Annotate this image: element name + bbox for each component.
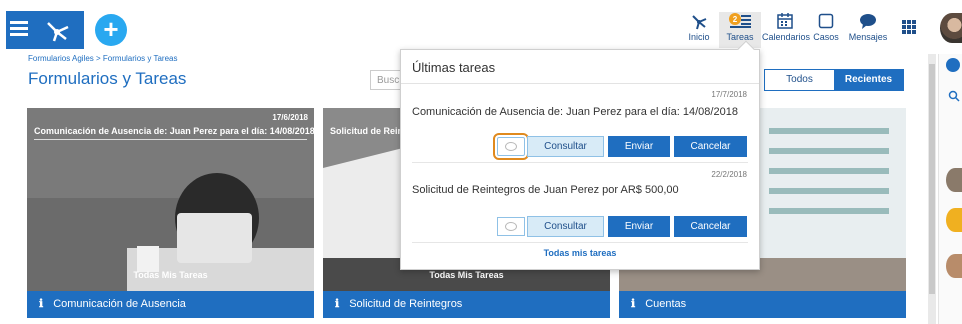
page-title: Formularios y Tareas: [28, 69, 187, 88]
task-date: 17/7/2018: [711, 90, 747, 99]
nav-mensajes[interactable]: Mensajes: [848, 12, 888, 48]
card-footer-label: Cuentas: [645, 298, 687, 310]
info-icon: ℹ: [631, 298, 636, 310]
cases-icon: [818, 13, 834, 29]
all-my-tasks-link[interactable]: Todas Mis Tareas: [27, 270, 314, 280]
tasks-badge: 2: [733, 15, 738, 24]
side-chat-icon[interactable]: [946, 58, 960, 72]
popover-divider: [401, 83, 759, 84]
task-divider: [412, 242, 748, 243]
form-card-ausencia[interactable]: 17/6/2018 Comunicación de Ausencia de: J…: [27, 108, 314, 318]
nav-mensajes-label: Mensajes: [848, 32, 888, 42]
comment-button[interactable]: [497, 217, 525, 236]
user-avatar[interactable]: [940, 13, 962, 43]
consult-button[interactable]: Consultar: [527, 216, 604, 237]
contact-avatar[interactable]: [946, 168, 962, 192]
card-footer-label: Solicitud de Reintegros: [349, 298, 463, 310]
task-text[interactable]: Comunicación de Ausencia de: Juan Perez …: [412, 106, 738, 118]
comment-icon: [505, 142, 517, 151]
card-divider: [34, 139, 307, 140]
info-icon: ℹ: [39, 298, 44, 310]
logo-icon[interactable]: [42, 17, 72, 43]
apps-grid-icon[interactable]: [902, 20, 916, 34]
brand-block: [6, 11, 84, 49]
menu-icon[interactable]: [10, 21, 28, 39]
comment-button[interactable]: [493, 133, 529, 160]
info-icon: ℹ: [335, 298, 340, 310]
home-network-icon: [692, 15, 707, 30]
nav-tareas-label: Tareas: [726, 32, 754, 42]
popover-title: Últimas tareas: [412, 60, 496, 75]
breadcrumb[interactable]: Formularios Agiles > Formularios y Tarea…: [28, 54, 177, 63]
tasks-icon: 2: [729, 13, 751, 28]
contact-avatar[interactable]: [946, 208, 962, 232]
search-input[interactable]: Busc: [370, 70, 404, 90]
scrollbar-thumb[interactable]: [929, 64, 935, 294]
card-footer[interactable]: ℹ Solicitud de Reintegros: [323, 291, 610, 318]
scrollbar[interactable]: [928, 54, 936, 324]
nav-calendarios-label: Calendarios: [762, 32, 811, 42]
cancel-button[interactable]: Cancelar: [674, 216, 747, 237]
nav-inicio-label: Inicio: [688, 32, 710, 42]
all-tasks-link[interactable]: Todas mis tareas: [401, 248, 759, 258]
all-my-tasks-link[interactable]: Todas Mis Tareas: [323, 270, 610, 280]
send-button[interactable]: Enviar: [608, 136, 670, 157]
filter-recientes-button[interactable]: Recientes: [834, 70, 903, 90]
chat-icon: [860, 14, 876, 29]
send-button[interactable]: Enviar: [608, 216, 670, 237]
card-footer-label: Comunicación de Ausencia: [53, 298, 186, 310]
nav-casos[interactable]: Casos: [812, 12, 840, 48]
card-footer[interactable]: ℹ Cuentas: [619, 291, 906, 318]
nav-inicio[interactable]: Inicio: [684, 12, 714, 48]
comment-icon: [505, 222, 517, 231]
filter-todos-button[interactable]: Todos: [765, 70, 834, 90]
card-subject: Comunicación de Ausencia de: Juan Perez …: [34, 126, 314, 136]
add-button[interactable]: +: [95, 14, 127, 46]
consult-button[interactable]: Consultar: [527, 136, 604, 157]
task-text[interactable]: Solicitud de Reintegros de Juan Perez po…: [412, 184, 679, 196]
nav-calendarios[interactable]: Calendarios: [762, 12, 811, 48]
nav-casos-label: Casos: [813, 32, 839, 42]
cancel-button[interactable]: Cancelar: [674, 136, 747, 157]
nav-tareas[interactable]: 2 Tareas: [719, 12, 761, 48]
latest-tasks-popover: Últimas tareas 17/7/2018 Comunicación de…: [400, 40, 760, 270]
task-divider: [412, 162, 748, 163]
side-search-icon[interactable]: [948, 90, 960, 102]
contact-avatar[interactable]: [946, 254, 962, 278]
filter-toggle: Todos Recientes: [764, 69, 904, 91]
task-date: 22/2/2018: [711, 170, 747, 179]
card-footer[interactable]: ℹ Comunicación de Ausencia: [27, 291, 314, 318]
top-bar: + Inicio 2 Tareas Calendarios Casos Mens…: [0, 0, 962, 54]
card-subject: Solicitud de Rein: [330, 126, 404, 136]
calendar-icon: [777, 13, 793, 29]
card-date: 17/6/2018: [272, 113, 308, 122]
